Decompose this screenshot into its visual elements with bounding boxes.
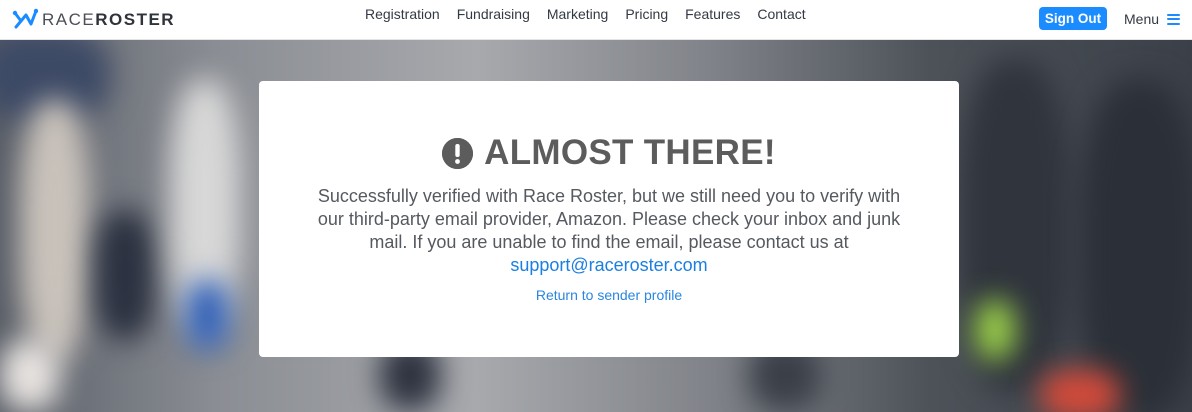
top-navigation-bar: RACEROSTER Registration Fundraising Mark…: [0, 0, 1192, 40]
menu-label: Menu: [1124, 11, 1160, 27]
hamburger-icon: [1167, 13, 1181, 25]
menu-toggle[interactable]: Menu: [1124, 11, 1181, 27]
main-nav: Registration Fundraising Marketing Prici…: [365, 6, 823, 22]
verification-message: Successfully verified with Race Roster, …: [309, 185, 909, 277]
logo-word-race: RACE: [42, 10, 96, 29]
nav-link-pricing[interactable]: Pricing: [625, 6, 668, 22]
runner-logo-icon: [12, 8, 38, 29]
nav-link-registration[interactable]: Registration: [365, 6, 440, 22]
sign-out-button[interactable]: Sign Out: [1039, 7, 1107, 30]
nav-link-fundraising[interactable]: Fundraising: [457, 6, 530, 22]
nav-link-marketing[interactable]: Marketing: [547, 6, 608, 22]
page-title: ALMOST THERE!: [259, 133, 959, 173]
message-text: Successfully verified with Race Roster, …: [317, 186, 901, 252]
logo-wordmark: RACEROSTER: [42, 10, 175, 30]
logo-word-roster: ROSTER: [95, 10, 176, 29]
race-roster-logo[interactable]: RACEROSTER: [12, 6, 175, 34]
title-text: ALMOST THERE!: [484, 133, 776, 172]
nav-link-contact[interactable]: Contact: [757, 6, 805, 22]
verification-message-card: ALMOST THERE! Successfully verified with…: [259, 81, 959, 357]
exclamation-circle-icon: [442, 137, 474, 169]
support-email-link[interactable]: support@raceroster.com: [510, 255, 707, 275]
return-to-sender-profile-link[interactable]: Return to sender profile: [536, 287, 682, 303]
nav-link-features[interactable]: Features: [685, 6, 740, 22]
